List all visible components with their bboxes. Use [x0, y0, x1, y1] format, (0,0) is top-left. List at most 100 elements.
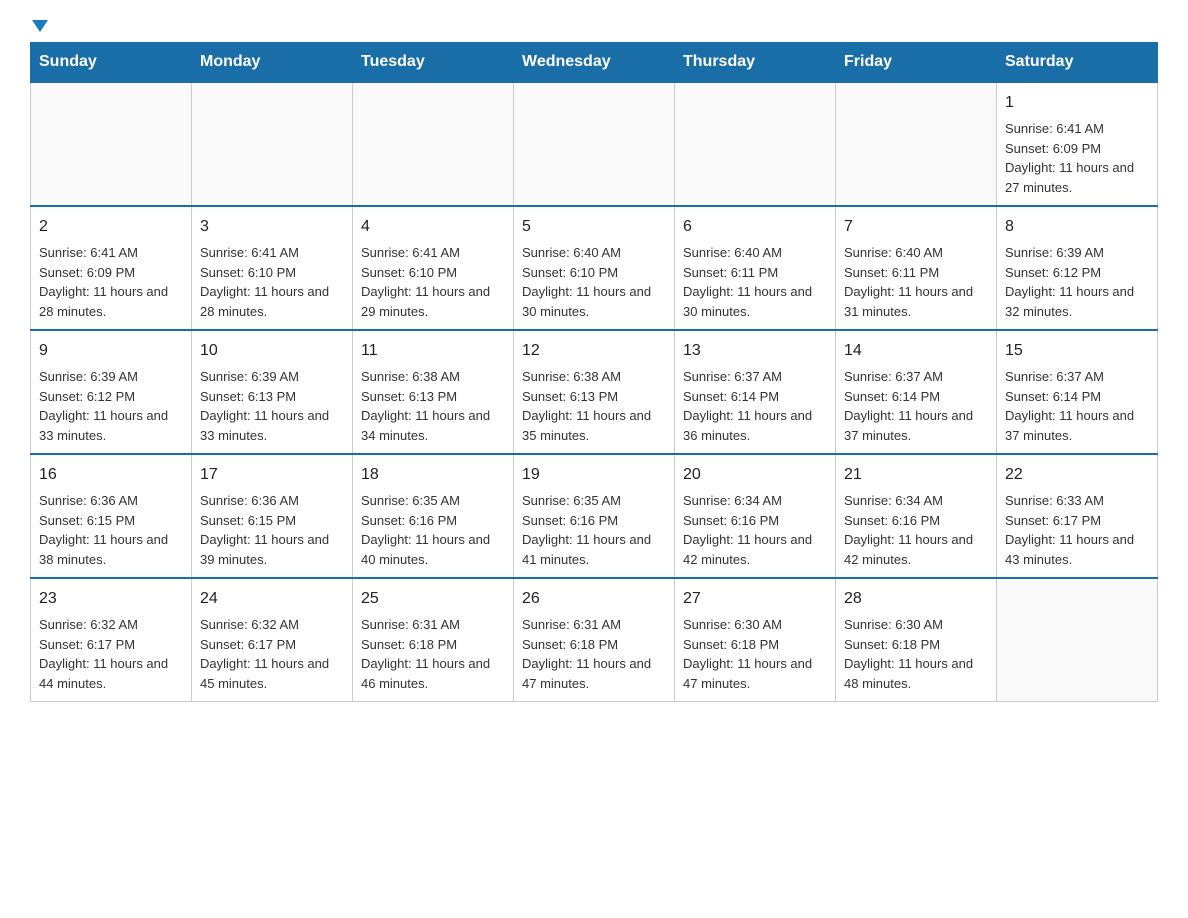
calendar-day-cell: 11 Sunrise: 6:38 AMSunset: 6:13 PMDayligh… — [353, 330, 514, 454]
calendar-day-cell — [836, 82, 997, 206]
calendar-day-cell: 23 Sunrise: 6:32 AMSunset: 6:17 PMDayligh… — [31, 578, 192, 702]
calendar-week-row: 9 Sunrise: 6:39 AMSunset: 6:12 PMDaylight… — [31, 330, 1158, 454]
calendar-day-cell: 9 Sunrise: 6:39 AMSunset: 6:12 PMDaylight… — [31, 330, 192, 454]
day-number: 10 — [200, 339, 344, 363]
day-number: 18 — [361, 463, 505, 487]
calendar-day-cell: 10 Sunrise: 6:39 AMSunset: 6:13 PMDayligh… — [192, 330, 353, 454]
day-info: Sunrise: 6:40 AMSunset: 6:11 PMDaylight:… — [683, 243, 827, 321]
calendar-day-cell: 3Sunrise: 6:41 AMSunset: 6:10 PMDaylight… — [192, 206, 353, 330]
day-number: 12 — [522, 339, 666, 363]
day-number: 19 — [522, 463, 666, 487]
day-number: 27 — [683, 587, 827, 611]
calendar-day-cell: 19 Sunrise: 6:35 AMSunset: 6:16 PMDayligh… — [514, 454, 675, 578]
calendar-day-cell: 14Sunrise: 6:37 AMSunset: 6:14 PMDayligh… — [836, 330, 997, 454]
day-of-week-header: Sunday — [31, 43, 192, 83]
calendar-day-cell: 5Sunrise: 6:40 AMSunset: 6:10 PMDaylight… — [514, 206, 675, 330]
day-of-week-header: Thursday — [675, 43, 836, 83]
day-number: 16 — [39, 463, 183, 487]
calendar-day-cell: 17 Sunrise: 6:36 AMSunset: 6:15 PMDayligh… — [192, 454, 353, 578]
day-number: 15 — [1005, 339, 1149, 363]
calendar-day-cell: 25 Sunrise: 6:31 AMSunset: 6:18 PMDayligh… — [353, 578, 514, 702]
day-info: Sunrise: 6:40 AMSunset: 6:11 PMDaylight:… — [844, 243, 988, 321]
day-info: Sunrise: 6:39 AMSunset: 6:12 PMDaylight:… — [1005, 243, 1149, 321]
calendar-day-cell: 13 Sunrise: 6:37 AMSunset: 6:14 PMDayligh… — [675, 330, 836, 454]
page-header — [30, 20, 1158, 32]
calendar-day-cell: 1 Sunrise: 6:41 AMSunset: 6:09 PMDaylight… — [997, 82, 1158, 206]
day-number: 8 — [1005, 215, 1149, 239]
calendar-day-cell: 21 Sunrise: 6:34 AMSunset: 6:16 PMDayligh… — [836, 454, 997, 578]
day-number: 2 — [39, 215, 183, 239]
calendar-day-cell — [675, 82, 836, 206]
calendar-header-row: SundayMondayTuesdayWednesdayThursdayFrid… — [31, 43, 1158, 83]
day-number: 1 — [1005, 91, 1149, 115]
calendar-day-cell: 12 Sunrise: 6:38 AMSunset: 6:13 PMDayligh… — [514, 330, 675, 454]
day-info: Sunrise: 6:34 AMSunset: 6:16 PMDaylight:… — [844, 491, 988, 569]
calendar-day-cell — [353, 82, 514, 206]
day-of-week-header: Wednesday — [514, 43, 675, 83]
calendar-week-row: 16 Sunrise: 6:36 AMSunset: 6:15 PMDayligh… — [31, 454, 1158, 578]
calendar-table: SundayMondayTuesdayWednesdayThursdayFrid… — [30, 42, 1158, 702]
day-number: 17 — [200, 463, 344, 487]
day-info: Sunrise: 6:35 AMSunset: 6:16 PMDaylight:… — [361, 491, 505, 569]
day-number: 20 — [683, 463, 827, 487]
day-number: 28 — [844, 587, 988, 611]
calendar-day-cell: 15 Sunrise: 6:37 AMSunset: 6:14 PMDayligh… — [997, 330, 1158, 454]
calendar-day-cell: 2 Sunrise: 6:41 AMSunset: 6:09 PMDaylight… — [31, 206, 192, 330]
calendar-day-cell: 4 Sunrise: 6:41 AMSunset: 6:10 PMDaylight… — [353, 206, 514, 330]
day-number: 4 — [361, 215, 505, 239]
calendar-week-row: 23 Sunrise: 6:32 AMSunset: 6:17 PMDayligh… — [31, 578, 1158, 702]
calendar-day-cell: 6Sunrise: 6:40 AMSunset: 6:11 PMDaylight… — [675, 206, 836, 330]
day-info: Sunrise: 6:34 AMSunset: 6:16 PMDaylight:… — [683, 491, 827, 569]
day-number: 22 — [1005, 463, 1149, 487]
day-number: 25 — [361, 587, 505, 611]
day-info: Sunrise: 6:36 AMSunset: 6:15 PMDaylight:… — [39, 491, 183, 569]
day-info: Sunrise: 6:32 AMSunset: 6:17 PMDaylight:… — [39, 615, 183, 693]
day-number: 9 — [39, 339, 183, 363]
calendar-day-cell — [31, 82, 192, 206]
day-info: Sunrise: 6:32 AMSunset: 6:17 PMDaylight:… — [200, 615, 344, 693]
calendar-day-cell: 28 Sunrise: 6:30 AMSunset: 6:18 PMDayligh… — [836, 578, 997, 702]
day-info: Sunrise: 6:36 AMSunset: 6:15 PMDaylight:… — [200, 491, 344, 569]
day-info: Sunrise: 6:31 AMSunset: 6:18 PMDaylight:… — [361, 615, 505, 693]
day-info: Sunrise: 6:31 AMSunset: 6:18 PMDaylight:… — [522, 615, 666, 693]
day-number: 13 — [683, 339, 827, 363]
calendar-day-cell — [997, 578, 1158, 702]
calendar-week-row: 1 Sunrise: 6:41 AMSunset: 6:09 PMDaylight… — [31, 82, 1158, 206]
day-number: 11 — [361, 339, 505, 363]
day-info: Sunrise: 6:39 AMSunset: 6:12 PMDaylight:… — [39, 367, 183, 445]
day-info: Sunrise: 6:41 AMSunset: 6:09 PMDaylight:… — [39, 243, 183, 321]
day-info: Sunrise: 6:30 AMSunset: 6:18 PMDaylight:… — [683, 615, 827, 693]
day-info: Sunrise: 6:37 AMSunset: 6:14 PMDaylight:… — [1005, 367, 1149, 445]
calendar-day-cell: 7 Sunrise: 6:40 AMSunset: 6:11 PMDaylight… — [836, 206, 997, 330]
calendar-day-cell: 26 Sunrise: 6:31 AMSunset: 6:18 PMDayligh… — [514, 578, 675, 702]
calendar-week-row: 2 Sunrise: 6:41 AMSunset: 6:09 PMDaylight… — [31, 206, 1158, 330]
day-info: Sunrise: 6:41 AMSunset: 6:10 PMDaylight:… — [361, 243, 505, 321]
calendar-day-cell — [192, 82, 353, 206]
day-info: Sunrise: 6:41 AMSunset: 6:09 PMDaylight:… — [1005, 119, 1149, 197]
calendar-day-cell: 8 Sunrise: 6:39 AMSunset: 6:12 PMDaylight… — [997, 206, 1158, 330]
calendar-day-cell: 27 Sunrise: 6:30 AMSunset: 6:18 PMDayligh… — [675, 578, 836, 702]
day-info: Sunrise: 6:30 AMSunset: 6:18 PMDaylight:… — [844, 615, 988, 693]
calendar-day-cell: 18 Sunrise: 6:35 AMSunset: 6:16 PMDayligh… — [353, 454, 514, 578]
calendar-day-cell: 24Sunrise: 6:32 AMSunset: 6:17 PMDayligh… — [192, 578, 353, 702]
day-info: Sunrise: 6:37 AMSunset: 6:14 PMDaylight:… — [683, 367, 827, 445]
day-info: Sunrise: 6:38 AMSunset: 6:13 PMDaylight:… — [522, 367, 666, 445]
day-number: 26 — [522, 587, 666, 611]
day-info: Sunrise: 6:35 AMSunset: 6:16 PMDaylight:… — [522, 491, 666, 569]
day-number: 7 — [844, 215, 988, 239]
day-of-week-header: Monday — [192, 43, 353, 83]
day-number: 23 — [39, 587, 183, 611]
day-number: 5 — [522, 215, 666, 239]
calendar-day-cell: 16 Sunrise: 6:36 AMSunset: 6:15 PMDayligh… — [31, 454, 192, 578]
calendar-day-cell: 22Sunrise: 6:33 AMSunset: 6:17 PMDayligh… — [997, 454, 1158, 578]
day-of-week-header: Tuesday — [353, 43, 514, 83]
day-number: 21 — [844, 463, 988, 487]
calendar-day-cell: 20 Sunrise: 6:34 AMSunset: 6:16 PMDayligh… — [675, 454, 836, 578]
day-info: Sunrise: 6:41 AMSunset: 6:10 PMDaylight:… — [200, 243, 344, 321]
calendar-day-cell — [514, 82, 675, 206]
day-info: Sunrise: 6:37 AMSunset: 6:14 PMDaylight:… — [844, 367, 988, 445]
day-info: Sunrise: 6:39 AMSunset: 6:13 PMDaylight:… — [200, 367, 344, 445]
logo — [30, 20, 48, 32]
day-of-week-header: Saturday — [997, 43, 1158, 83]
day-info: Sunrise: 6:38 AMSunset: 6:13 PMDaylight:… — [361, 367, 505, 445]
